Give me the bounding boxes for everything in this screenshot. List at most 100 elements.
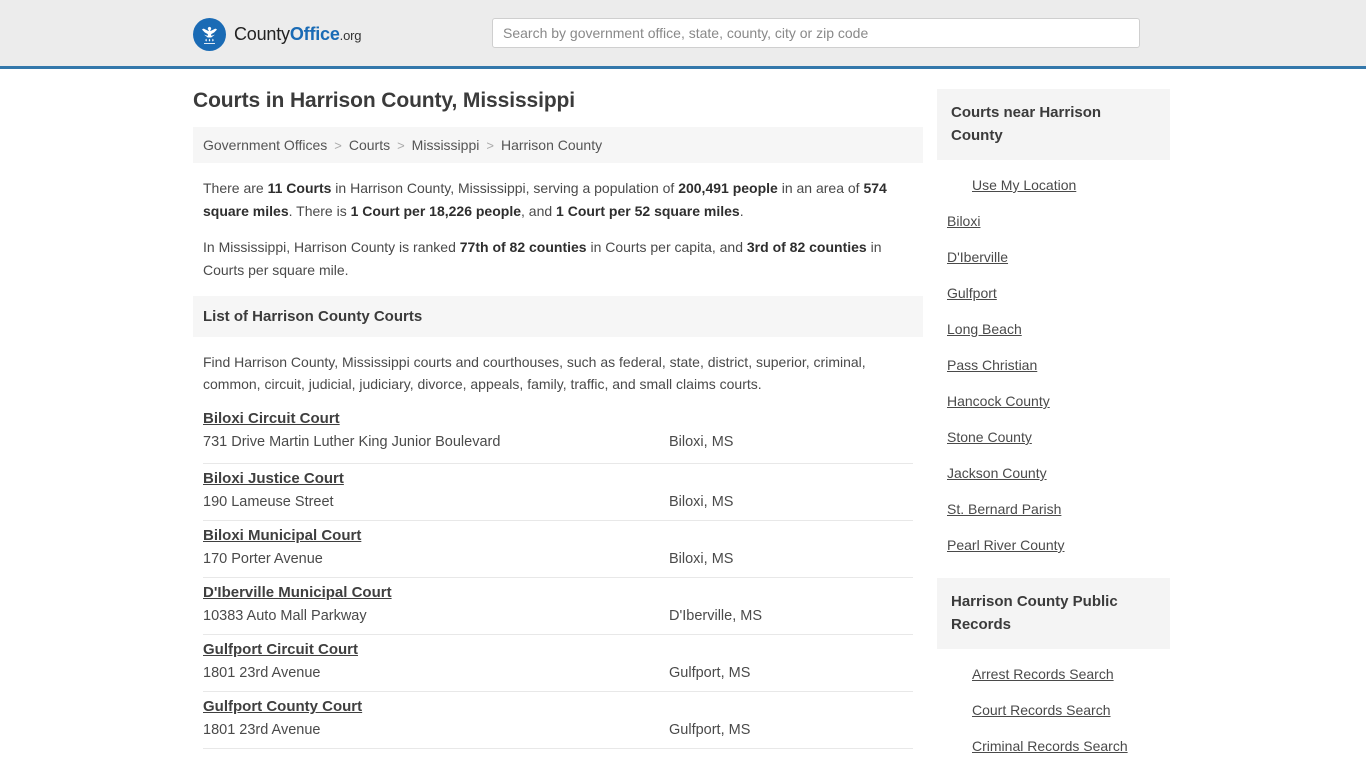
site-logo[interactable]: CountyOffice.org bbox=[193, 18, 361, 51]
rank-per-square-mile: 3rd of 82 counties bbox=[746, 239, 867, 256]
sidebar-item-hancock-county[interactable]: Hancock County bbox=[937, 384, 1170, 420]
stat-text: . bbox=[739, 202, 744, 219]
sidebar-item-pass-christian[interactable]: Pass Christian bbox=[937, 348, 1170, 384]
nearby-courts-panel-header: Courts near Harrison County bbox=[937, 89, 1170, 160]
court-list-heading: List of Harrison County Courts bbox=[203, 307, 423, 325]
court-address: 170 Porter Avenue bbox=[203, 551, 323, 568]
logo-text-county: County bbox=[234, 24, 290, 44]
county-statistics: There are 11 Courts in Harrison County, … bbox=[193, 163, 923, 282]
statistics-paragraph-ranking: In Mississippi, Harrison County is ranke… bbox=[203, 236, 913, 281]
stat-per-capita: 1 Court per 18,226 people bbox=[350, 202, 522, 219]
use-my-location-link[interactable]: Use My Location bbox=[972, 177, 1076, 193]
court-address: 1801 23rd Avenue bbox=[203, 722, 321, 739]
statistics-paragraph-counts: There are 11 Courts in Harrison County, … bbox=[203, 177, 913, 222]
court-list-item[interactable]: Biloxi Circuit Court 731 Drive Martin Lu… bbox=[203, 408, 913, 465]
court-name-link[interactable]: D'Iberville Municipal Court bbox=[203, 584, 392, 601]
nearby-courts-title: Courts near Harrison County bbox=[951, 104, 1102, 144]
court-name-link[interactable]: Biloxi Justice Court bbox=[203, 470, 344, 487]
court-name-link[interactable]: Gulfport County Court bbox=[203, 698, 362, 715]
logo-text-office: Office bbox=[289, 24, 340, 44]
court-address: 731 Drive Martin Luther King Junior Boul… bbox=[203, 434, 501, 451]
search-container bbox=[492, 18, 1140, 48]
nearby-link-jackson-county[interactable]: Jackson County bbox=[947, 465, 1047, 481]
court-name-link[interactable]: Biloxi Circuit Court bbox=[203, 410, 340, 427]
rank-text: In Mississippi, Harrison County is ranke… bbox=[203, 239, 460, 256]
breadcrumb-separator-icon: > bbox=[486, 137, 494, 153]
search-input[interactable] bbox=[492, 18, 1140, 48]
stat-text: in an area of bbox=[777, 180, 864, 196]
nearby-link-diberville[interactable]: D'Iberville bbox=[947, 249, 1008, 265]
public-records-panel: Harrison County Public Records Arrest Re… bbox=[937, 578, 1170, 765]
sidebar-item-pearl-river-county[interactable]: Pearl River County bbox=[937, 528, 1170, 564]
court-detail: 731 Drive Martin Luther King Junior Boul… bbox=[203, 434, 913, 450]
criminal-records-search-link[interactable]: Criminal Records Search bbox=[972, 738, 1128, 754]
arrest-records-search-link[interactable]: Arrest Records Search bbox=[972, 666, 1114, 682]
public-records-title: Harrison County Public Records bbox=[951, 593, 1118, 633]
sidebar-item-diberville[interactable]: D'Iberville bbox=[937, 240, 1170, 276]
sidebar-item-jackson-county[interactable]: Jackson County bbox=[937, 456, 1170, 492]
court-name-link[interactable]: Biloxi Municipal Court bbox=[203, 527, 361, 544]
sidebar: Courts near Harrison County Use My Locat… bbox=[937, 89, 1170, 768]
court-city-state: Biloxi, MS bbox=[669, 494, 734, 511]
sidebar-item-long-beach[interactable]: Long Beach bbox=[937, 312, 1170, 348]
sidebar-item-use-my-location[interactable]: Use My Location bbox=[937, 168, 1170, 204]
sidebar-item-court-records-search[interactable]: Court Records Search bbox=[937, 693, 1170, 729]
stat-text: . There is bbox=[288, 202, 351, 219]
nearby-link-biloxi[interactable]: Biloxi bbox=[947, 213, 980, 229]
nearby-link-hancock-county[interactable]: Hancock County bbox=[947, 393, 1050, 409]
court-records-search-link[interactable]: Court Records Search bbox=[972, 702, 1111, 718]
nearby-link-pearl-river-county[interactable]: Pearl River County bbox=[947, 537, 1065, 553]
breadcrumb: Government Offices > Courts > Mississipp… bbox=[193, 127, 923, 163]
content-container: Courts in Harrison County, Mississippi G… bbox=[193, 69, 1173, 768]
court-list-item[interactable]: Biloxi Municipal Court 170 Porter Avenue… bbox=[203, 521, 913, 579]
sidebar-item-gulfport[interactable]: Gulfport bbox=[937, 276, 1170, 312]
court-list-item[interactable]: D'Iberville Municipal Court 10383 Auto M… bbox=[203, 578, 913, 636]
court-list-item[interactable]: Biloxi Justice Court 190 Lameuse Street … bbox=[203, 464, 913, 522]
stat-courts-count: 11 Courts bbox=[267, 180, 332, 196]
sidebar-item-criminal-records-search[interactable]: Criminal Records Search bbox=[937, 729, 1170, 765]
sidebar-item-stone-county[interactable]: Stone County bbox=[937, 420, 1170, 456]
sidebar-item-st-bernard-parish[interactable]: St. Bernard Parish bbox=[937, 492, 1170, 528]
sidebar-item-arrest-records-search[interactable]: Arrest Records Search bbox=[937, 657, 1170, 693]
stat-text: There are bbox=[203, 180, 268, 196]
nearby-courts-panel: Courts near Harrison County Use My Locat… bbox=[937, 89, 1170, 564]
sidebar-item-biloxi[interactable]: Biloxi bbox=[937, 204, 1170, 240]
rank-text: in Courts per capita, and bbox=[586, 239, 747, 256]
court-city-state: Biloxi, MS bbox=[669, 551, 734, 568]
nearby-link-st-bernard-parish[interactable]: St. Bernard Parish bbox=[947, 501, 1061, 517]
court-list-item[interactable]: Gulfport Circuit Court 1801 23rd Avenue … bbox=[203, 635, 913, 693]
court-list: Biloxi Circuit Court 731 Drive Martin Lu… bbox=[193, 408, 923, 750]
breadcrumb-item-harrison-county[interactable]: Harrison County bbox=[501, 137, 602, 153]
court-detail: 190 Lameuse Street Biloxi, MS bbox=[203, 494, 913, 510]
stat-population: 200,491 people bbox=[678, 180, 778, 196]
stat-text: , and bbox=[521, 202, 557, 219]
nearby-link-stone-county[interactable]: Stone County bbox=[947, 429, 1032, 445]
breadcrumb-item-courts[interactable]: Courts bbox=[349, 137, 390, 153]
court-list-description: Find Harrison County, Mississippi courts… bbox=[203, 353, 866, 393]
court-detail: 10383 Auto Mall Parkway D'Iberville, MS bbox=[203, 608, 913, 624]
public-records-list: Arrest Records Search Court Records Sear… bbox=[937, 649, 1170, 765]
rank-per-capita: 77th of 82 counties bbox=[459, 239, 587, 256]
page-body: Courts in Harrison County, Mississippi G… bbox=[0, 69, 1366, 768]
main-column: Courts in Harrison County, Mississippi G… bbox=[193, 89, 923, 750]
court-address: 10383 Auto Mall Parkway bbox=[203, 608, 367, 625]
court-city-state: Biloxi, MS bbox=[669, 434, 734, 451]
court-detail: 1801 23rd Avenue Gulfport, MS bbox=[203, 665, 913, 681]
public-records-panel-header: Harrison County Public Records bbox=[937, 578, 1170, 649]
nearby-link-pass-christian[interactable]: Pass Christian bbox=[947, 357, 1037, 373]
court-city-state: Gulfport, MS bbox=[669, 722, 751, 739]
nearby-link-gulfport[interactable]: Gulfport bbox=[947, 285, 997, 301]
nearby-link-long-beach[interactable]: Long Beach bbox=[947, 321, 1022, 337]
court-list-item[interactable]: Gulfport County Court 1801 23rd Avenue G… bbox=[203, 692, 913, 750]
court-name-link[interactable]: Gulfport Circuit Court bbox=[203, 641, 358, 658]
stat-text: in Harrison County, Mississippi, serving… bbox=[331, 180, 679, 196]
breadcrumb-separator-icon: > bbox=[397, 137, 405, 153]
logo-text-tld: .org bbox=[339, 28, 362, 43]
court-city-state: D'Iberville, MS bbox=[669, 608, 763, 625]
breadcrumb-item-government-offices[interactable]: Government Offices bbox=[203, 137, 327, 153]
court-detail: 1801 23rd Avenue Gulfport, MS bbox=[203, 722, 913, 738]
breadcrumb-item-mississippi[interactable]: Mississippi bbox=[412, 137, 480, 153]
breadcrumb-separator-icon: > bbox=[334, 137, 342, 153]
county-office-eagle-icon bbox=[193, 18, 226, 51]
site-header: CountyOffice.org bbox=[0, 0, 1366, 69]
